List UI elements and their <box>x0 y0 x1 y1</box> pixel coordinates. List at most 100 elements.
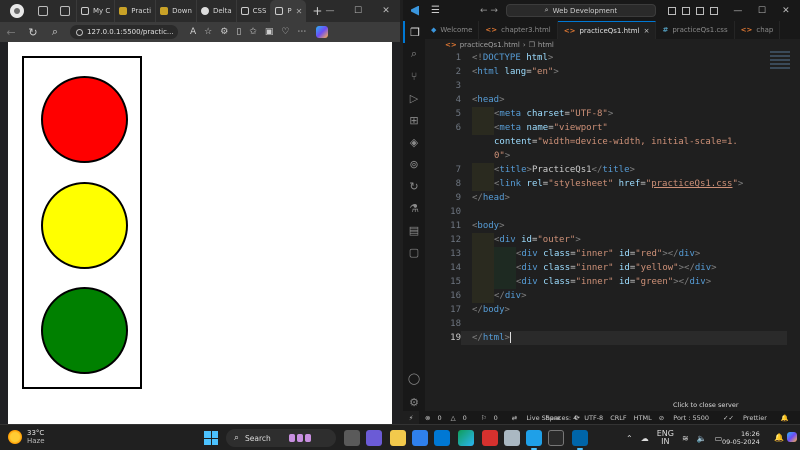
taskbar-search[interactable]: ⌕ Search <box>226 429 336 447</box>
close-icon[interactable]: ✕ <box>372 0 400 22</box>
vscode-taskbar-icon[interactable] <box>572 430 588 450</box>
terminal-icon[interactable] <box>548 430 564 446</box>
breadcrumb-element[interactable]: html <box>538 41 554 49</box>
navigate-back-forward-icon[interactable]: ← → <box>480 6 498 16</box>
code-line: 5 <meta charset="UTF-8"> <box>425 107 800 121</box>
minimize-icon[interactable]: — <box>316 0 344 22</box>
indent-guide <box>494 275 516 289</box>
live-share-icon[interactable]: ⊚ <box>403 153 425 175</box>
close-icon[interactable]: ✕ <box>774 6 798 16</box>
copilot-taskbar-icon[interactable] <box>787 432 797 442</box>
onedrive-icon[interactable]: ☁ <box>641 434 649 443</box>
language-mode-status[interactable]: HTML <box>634 414 652 422</box>
intel-icon[interactable] <box>434 430 450 446</box>
back-icon[interactable]: ← <box>0 26 22 39</box>
editor-tab-welcome[interactable]: ◆ Welcome <box>425 21 480 39</box>
editor-tab-practiceqs1-html[interactable]: <> practiceQs1.html × <box>557 21 657 39</box>
teams-chat-icon[interactable] <box>366 430 382 446</box>
docker-icon[interactable]: ▤ <box>403 219 425 241</box>
editor-tab-chap[interactable]: <> chap <box>735 21 781 39</box>
edge-active-app-icon[interactable] <box>526 430 542 450</box>
maximize-icon[interactable]: ☐ <box>344 0 372 22</box>
manage-gear-icon[interactable]: ⚙ <box>403 391 425 413</box>
favorite-star-icon[interactable]: ☆ <box>204 27 212 37</box>
notification-bell-icon[interactable]: 🔔 <box>774 433 784 442</box>
remote-indicator-icon[interactable]: ⚡ <box>403 411 419 424</box>
traffic-light-outer-box <box>22 56 142 389</box>
code-editor[interactable]: 1 <!DOCTYPE html> 2 <html lang="en"> 3 4… <box>425 51 800 411</box>
problems-indicator[interactable]: ⊗ 0 △ 0 <box>425 414 474 422</box>
encoding-status[interactable]: UTF-8 <box>584 414 603 422</box>
browser-tab-0[interactable]: My C <box>76 0 114 22</box>
live-server-port-button[interactable]: ⊘ Port : 5500 <box>659 414 716 422</box>
minimize-icon[interactable]: — <box>726 6 750 16</box>
refresh-icon[interactable]: ↻ <box>22 26 44 39</box>
customize-layout-icon[interactable] <box>709 6 718 15</box>
eol-status[interactable]: CRLF <box>610 414 626 422</box>
browser-tab-2[interactable]: Down <box>155 0 196 22</box>
split-screen-icon[interactable]: ▯ <box>236 27 241 37</box>
profile-avatar-icon[interactable] <box>10 4 24 18</box>
notepad-icon[interactable] <box>504 430 520 446</box>
edge-browser-icon[interactable] <box>458 430 474 446</box>
error-icon: ⊗ <box>425 413 431 422</box>
breadcrumb-file[interactable]: practiceQs1.html <box>460 41 520 49</box>
copilot-icon[interactable] <box>316 26 329 38</box>
minimap[interactable] <box>770 51 790 73</box>
site-info-icon[interactable] <box>76 28 83 36</box>
browser-tab-3[interactable]: Delta <box>195 0 236 22</box>
browser-tab-4[interactable]: CSS <box>235 0 271 22</box>
microsoft-store-icon[interactable] <box>412 430 428 446</box>
toggle-sidebar-icon[interactable] <box>667 6 676 15</box>
tab-actions-icon[interactable] <box>60 6 70 16</box>
toggle-secondary-sidebar-icon[interactable] <box>695 6 704 15</box>
source-control-icon[interactable]: ⑂ <box>403 65 425 87</box>
more-menu-icon[interactable]: ⋯ <box>297 27 306 37</box>
volume-icon[interactable]: 🔈 <box>697 434 707 443</box>
favorites-icon[interactable]: ✩ <box>249 27 257 37</box>
extensions-icon[interactable]: ⚙ <box>220 27 228 37</box>
language-indicator[interactable]: ENG IN <box>657 430 674 446</box>
collections-icon[interactable]: ▣ <box>265 27 274 37</box>
search-icon[interactable]: ⌕ <box>44 25 66 39</box>
browser-tab-5[interactable]: P ✕ <box>270 0 307 22</box>
python-icon[interactable]: ◈ <box>403 131 425 153</box>
menu-hamburger-icon[interactable]: ☰ <box>431 5 440 16</box>
editor-tab-chapter3[interactable]: <> chapter3.html <box>479 21 558 39</box>
status-bar: ⚡ ⊗ 0 △ 0 ⚐ 0 ⇄ Live Share ⟳ Spaces: 4 UTF-… <box>403 411 800 424</box>
indentation-status[interactable]: Spaces: 4 <box>546 414 578 422</box>
code-line: 4 <head> <box>425 93 800 107</box>
run-debug-icon[interactable]: ▷ <box>403 87 425 109</box>
maximize-icon[interactable]: ☐ <box>750 6 774 16</box>
browser-tab-1[interactable]: Practi <box>114 0 155 22</box>
weather-widget[interactable]: 33°C Haze <box>8 429 45 445</box>
file-explorer-icon[interactable] <box>390 430 406 446</box>
address-bar[interactable]: 127.0.0.1:5500/practic... <box>70 25 178 39</box>
ports-indicator[interactable]: ⚐ 0 <box>481 414 505 422</box>
testing-icon[interactable]: ⚗ <box>403 197 425 219</box>
start-button-windows-icon[interactable] <box>204 431 218 445</box>
close-tab-icon[interactable]: × <box>644 27 650 35</box>
chevron-up-icon[interactable]: ⌃ <box>626 434 633 443</box>
code-text: <meta charset="UTF-8"> <box>494 109 614 119</box>
accounts-icon[interactable]: ◯ <box>403 367 425 389</box>
read-aloud-icon[interactable]: A <box>190 27 196 37</box>
workspaces-icon[interactable] <box>38 6 48 16</box>
prettier-status[interactable]: ✓✓ Prettier <box>723 414 774 422</box>
explorer-icon[interactable]: ❐ <box>403 21 425 43</box>
browser-essentials-icon[interactable]: ♡ <box>281 27 289 37</box>
remote-explorer-icon[interactable]: ↻ <box>403 175 425 197</box>
wifi-icon[interactable]: ≋ <box>682 434 689 443</box>
command-center-search[interactable]: ⌕ Web Development <box>505 4 656 17</box>
search-icon[interactable]: ⌕ <box>403 43 425 65</box>
toggle-panel-icon[interactable] <box>681 6 690 15</box>
extensions-icon[interactable]: ⊞ <box>403 109 425 131</box>
close-tab-icon[interactable]: ✕ <box>296 7 303 16</box>
mcafee-icon[interactable] <box>482 430 498 446</box>
chat-icon[interactable]: ▢ <box>403 241 425 263</box>
notifications-bell-icon[interactable]: 🔔 <box>781 414 789 422</box>
editor-tab-practiceqs1-css[interactable]: # practiceQs1.css <box>656 21 735 39</box>
task-view-icon[interactable] <box>344 430 360 446</box>
system-clock[interactable]: 16:26 09-05-2024 <box>722 430 760 446</box>
page-icon <box>275 7 284 15</box>
